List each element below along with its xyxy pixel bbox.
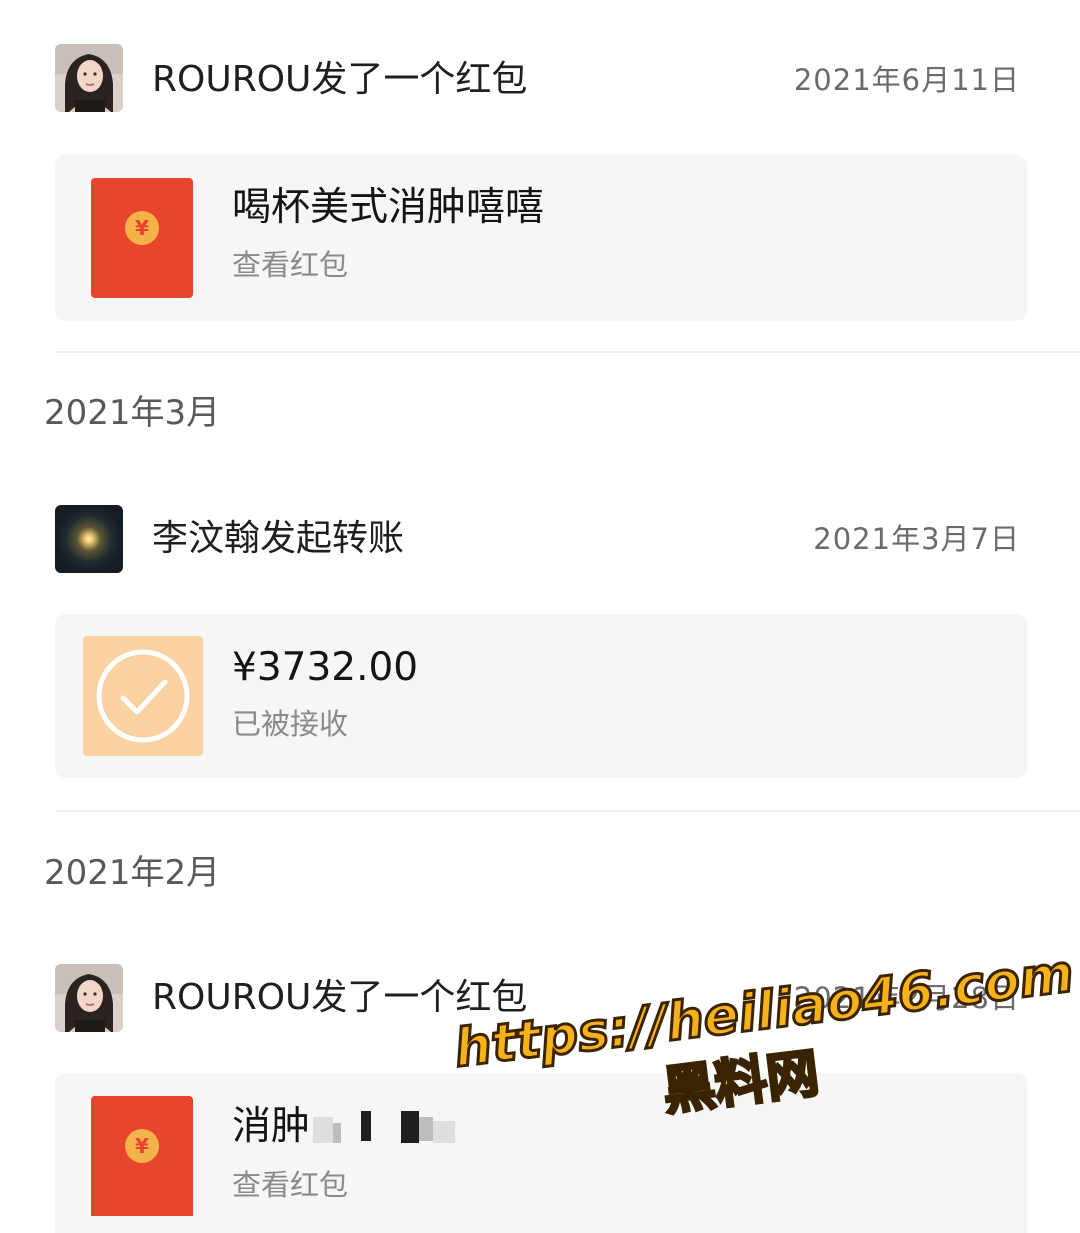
redaction-block [433, 1121, 455, 1143]
entry-date: 2021年3月7日 [813, 522, 1020, 556]
transfer-status: 已被接收 [232, 707, 349, 741]
entry-date: 2021年6月11日 [793, 63, 1020, 97]
transfer-card[interactable]: ¥3732.00 已被接收 [55, 614, 1027, 778]
sender-text: 李汶翰发起转账 [152, 518, 405, 559]
red-packet-card[interactable]: ¥ 消肿 查看红包 [55, 1073, 1027, 1233]
dark-light-orb-icon [55, 505, 123, 573]
redaction-block [333, 1123, 341, 1143]
person-photo-icon [55, 44, 123, 112]
red-envelope-icon: ¥ [91, 1096, 193, 1216]
sender-avatar[interactable] [55, 505, 123, 573]
redaction-block [401, 1111, 419, 1143]
sender-text: ROUROU发了一个红包 [152, 977, 528, 1018]
sender-text: ROUROU发了一个红包 [152, 59, 528, 100]
sender-avatar[interactable] [55, 44, 123, 112]
redaction-block [419, 1117, 433, 1141]
red-packet-card[interactable]: ¥ 喝杯美式消肿嘻嘻 查看红包 [55, 155, 1027, 321]
svg-text:¥: ¥ [135, 1134, 149, 1158]
view-red-packet-link[interactable]: 查看红包 [232, 1165, 348, 1205]
person-photo-icon [55, 964, 123, 1032]
svg-text:¥: ¥ [135, 216, 149, 240]
red-packet-message: 消肿 [232, 1104, 311, 1149]
month-header: 2021年3月 [44, 393, 221, 433]
sender-avatar[interactable] [55, 964, 123, 1032]
transfer-received-check-icon [83, 636, 203, 756]
entry-date: 2021年2月28日 [793, 981, 1020, 1015]
view-red-packet-link[interactable]: 查看红包 [232, 245, 348, 285]
redaction-block [361, 1111, 371, 1141]
transfer-amount: ¥3732.00 [232, 645, 419, 690]
red-envelope-icon: ¥ [91, 178, 193, 298]
redaction-block [313, 1117, 333, 1143]
month-header: 2021年2月 [44, 853, 221, 893]
red-packet-message: 喝杯美式消肿嘻嘻 [232, 185, 545, 230]
section-divider [55, 351, 1080, 353]
section-divider [55, 810, 1080, 812]
